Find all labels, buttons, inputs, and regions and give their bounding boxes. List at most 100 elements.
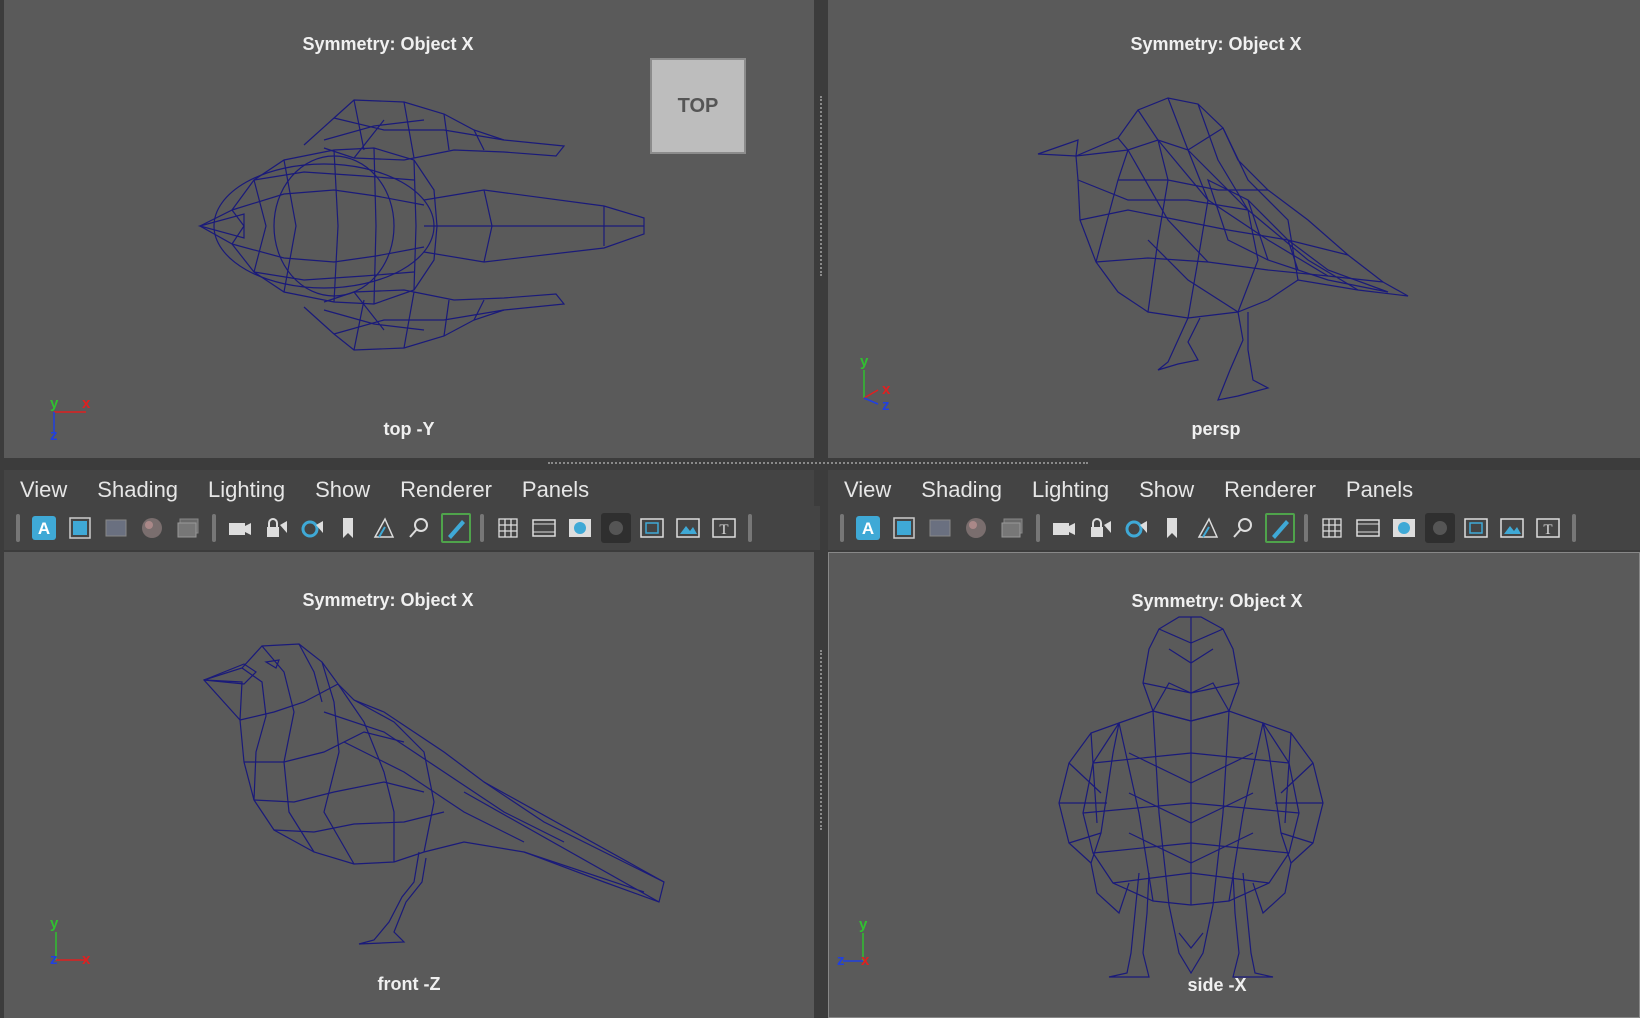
camera-icon — [227, 515, 253, 541]
resolution-gate-button[interactable] — [565, 513, 595, 543]
viewport-top[interactable]: Symmetry: Object X top -Y TOP y x z — [4, 0, 814, 458]
frame-button[interactable] — [889, 513, 919, 543]
shading-ball-button[interactable] — [961, 513, 991, 543]
bookmark-button[interactable] — [1157, 513, 1187, 543]
frame-icon — [67, 515, 93, 541]
field-chart-button[interactable] — [1461, 513, 1491, 543]
shading-ball-button[interactable] — [137, 513, 167, 543]
lock-camera-button[interactable] — [1085, 513, 1115, 543]
toolbar-separator[interactable] — [840, 514, 844, 542]
axis-label-z: z — [50, 951, 58, 968]
safe-title-icon: T — [711, 515, 737, 541]
2d-pan-zoom-button[interactable] — [1193, 513, 1223, 543]
lock-camera-button[interactable] — [261, 513, 291, 543]
safe-title-button[interactable]: T — [1533, 513, 1563, 543]
menu-panels[interactable]: Panels — [1331, 477, 1428, 503]
camera-button[interactable] — [1049, 513, 1079, 543]
safe-action-button[interactable] — [1497, 513, 1527, 543]
grid-toggle-button[interactable] — [925, 513, 955, 543]
film-gate-button[interactable] — [1353, 513, 1383, 543]
menu-renderer[interactable]: Renderer — [1209, 477, 1331, 503]
safe-action-icon — [675, 515, 701, 541]
camera-attributes-button[interactable] — [1121, 513, 1151, 543]
bookmark-icon — [1159, 515, 1185, 541]
grease-pencil-icon — [443, 515, 469, 541]
toolbar-separator[interactable] — [16, 514, 20, 542]
svg-text:A: A — [38, 519, 50, 538]
gate-mask-icon — [1427, 515, 1453, 541]
toolbar-separator[interactable] — [1304, 514, 1308, 542]
grid-toggle-icon — [927, 515, 953, 541]
bird-wireframe-side[interactable] — [829, 553, 1640, 1018]
menu-panels[interactable]: Panels — [507, 477, 604, 503]
viewport-persp[interactable]: Symmetry: Object X persp y x z — [828, 0, 1640, 458]
menu-lighting[interactable]: Lighting — [193, 477, 300, 503]
zoom-button[interactable] — [1229, 513, 1259, 543]
menu-renderer[interactable]: Renderer — [385, 477, 507, 503]
pane-splitter-vertical-bottom[interactable] — [820, 650, 822, 830]
grease-pencil-button[interactable] — [441, 513, 471, 543]
2d-pan-zoom-icon — [371, 515, 397, 541]
gate-mask-button[interactable] — [601, 513, 631, 543]
safe-title-button[interactable]: T — [709, 513, 739, 543]
grease-pencil-button[interactable] — [1265, 513, 1295, 543]
2d-pan-zoom-button[interactable] — [369, 513, 399, 543]
axis-label-x: x — [82, 395, 91, 412]
field-chart-button[interactable] — [637, 513, 667, 543]
image-plane-icon — [175, 515, 201, 541]
resolution-gate-button[interactable] — [1389, 513, 1419, 543]
camera-attributes-icon — [299, 515, 325, 541]
image-plane-icon — [999, 515, 1025, 541]
select-camera-A-button[interactable]: A — [29, 513, 59, 543]
resolution-gate-icon — [1391, 515, 1417, 541]
menu-show[interactable]: Show — [1124, 477, 1209, 503]
pane-splitter-horizontal[interactable] — [548, 462, 1088, 464]
menu-view[interactable]: View — [828, 477, 906, 503]
image-plane-button[interactable] — [173, 513, 203, 543]
select-camera-A-button[interactable]: A — [853, 513, 883, 543]
camera-button[interactable] — [225, 513, 255, 543]
2d-pan-zoom-icon — [1195, 515, 1221, 541]
film-gate-icon — [531, 515, 557, 541]
camera-attributes-button[interactable] — [297, 513, 327, 543]
viewport-side[interactable]: Symmetry: Object X side -X y z x — [828, 552, 1640, 1018]
grid-button[interactable] — [1317, 513, 1347, 543]
menu-shading[interactable]: Shading — [906, 477, 1017, 503]
toolbar-separator[interactable] — [748, 514, 752, 542]
menu-show[interactable]: Show — [300, 477, 385, 503]
image-plane-button[interactable] — [997, 513, 1027, 543]
toolbar-separator[interactable] — [1572, 514, 1576, 542]
bird-wireframe-front[interactable] — [4, 552, 814, 1018]
bookmark-button[interactable] — [333, 513, 363, 543]
resolution-gate-icon — [567, 515, 593, 541]
safe-action-icon — [1499, 515, 1525, 541]
toolbar-separator[interactable] — [480, 514, 484, 542]
camera-icon — [1051, 515, 1077, 541]
gate-mask-button[interactable] — [1425, 513, 1455, 543]
lock-camera-icon — [263, 515, 289, 541]
menu-view[interactable]: View — [4, 477, 82, 503]
toolbar-separator[interactable] — [1036, 514, 1040, 542]
bird-wireframe-top[interactable] — [4, 0, 814, 458]
grid-button[interactable] — [493, 513, 523, 543]
viewport-front[interactable]: Symmetry: Object X front -Z y z x — [4, 552, 814, 1018]
lock-camera-icon — [1087, 515, 1113, 541]
field-chart-icon — [639, 515, 665, 541]
frame-button[interactable] — [65, 513, 95, 543]
svg-text:A: A — [862, 519, 874, 538]
bird-wireframe-persp[interactable] — [828, 0, 1640, 458]
pane-splitter-vertical-top[interactable] — [820, 96, 822, 276]
safe-title-icon: T — [1535, 515, 1561, 541]
grease-pencil-icon — [1267, 515, 1293, 541]
zoom-icon — [407, 515, 433, 541]
menu-lighting[interactable]: Lighting — [1017, 477, 1124, 503]
toolbar-separator[interactable] — [212, 514, 216, 542]
zoom-button[interactable] — [405, 513, 435, 543]
axis-gizmo-front: y z x — [50, 915, 91, 968]
viewport-menubar-left: View Shading Lighting Show Renderer Pane… — [4, 470, 814, 510]
menu-shading[interactable]: Shading — [82, 477, 193, 503]
grid-toggle-button[interactable] — [101, 513, 131, 543]
safe-action-button[interactable] — [673, 513, 703, 543]
svg-text:T: T — [1543, 522, 1552, 538]
film-gate-button[interactable] — [529, 513, 559, 543]
